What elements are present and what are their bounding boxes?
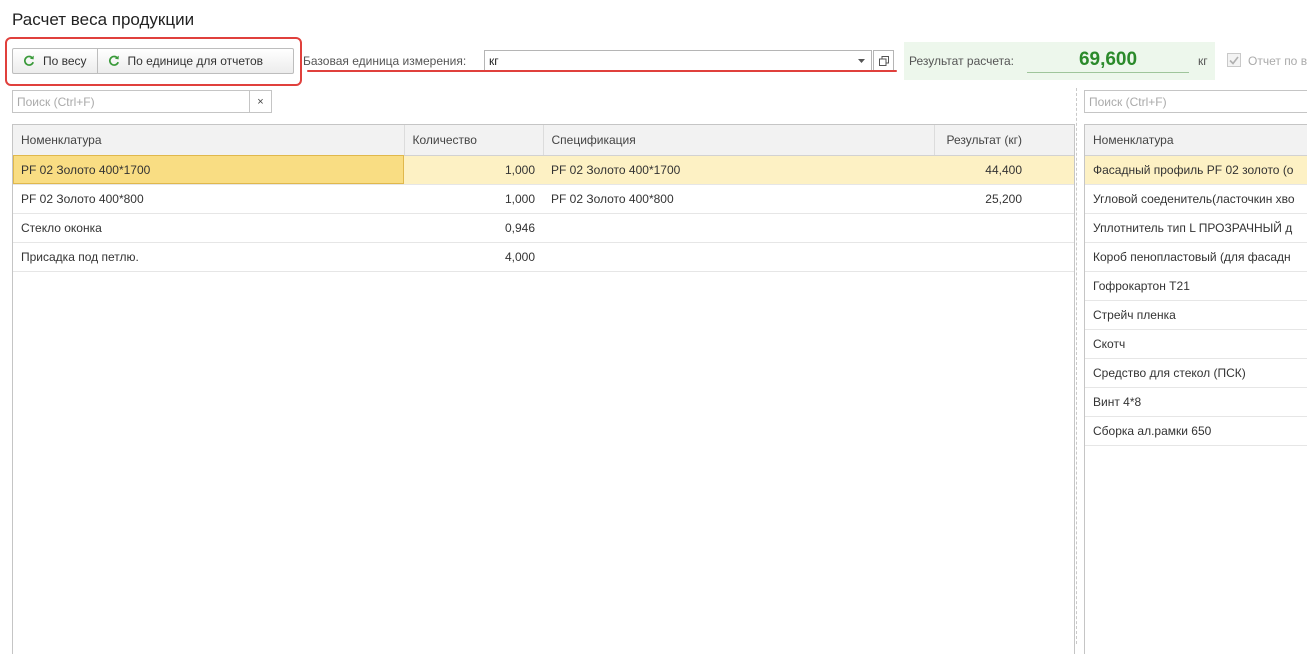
cell-nomenclature[interactable]: Фасадный профиль PF 02 золото (о <box>1085 155 1307 185</box>
column-header-specification[interactable]: Спецификация <box>543 125 935 156</box>
by-weight-label: По весу <box>43 54 87 68</box>
column-header-quantity[interactable]: Количество <box>404 125 544 156</box>
column-header-nomenclature[interactable]: Номенклатура <box>1085 125 1307 156</box>
base-unit-value: кг <box>489 53 499 68</box>
table-row[interactable]: Винт 4*8 <box>1085 387 1307 417</box>
cell-result[interactable] <box>934 242 1074 272</box>
by-report-unit-button[interactable]: По единице для отчетов <box>96 49 274 73</box>
table-row[interactable]: Короб пенопластовый (для фасадн <box>1085 242 1307 272</box>
cell-nomenclature[interactable]: PF 02 Золото 400*800 <box>13 184 404 214</box>
cell-nomenclature[interactable]: PF 02 Золото 400*1700 <box>13 155 404 185</box>
refresh-icon <box>24 55 35 66</box>
cell-result[interactable] <box>934 213 1074 243</box>
table-row[interactable]: Скотч <box>1085 329 1307 359</box>
table-row[interactable]: Присадка под петлю. 4,000 <box>13 242 1074 272</box>
cell-nomenclature[interactable]: Гофрокартон Т21 <box>1085 271 1307 301</box>
cell-quantity[interactable]: 1,000 <box>404 155 543 185</box>
check-icon <box>1229 56 1239 65</box>
cell-specification[interactable] <box>543 242 934 272</box>
cell-specification[interactable] <box>543 213 934 243</box>
result-label: Результат расчета: <box>909 54 1015 68</box>
page-title: Расчет веса продукции <box>12 10 195 29</box>
report-checkbox[interactable] <box>1227 53 1241 67</box>
calc-mode-buttons: По весу По единице для отчетов <box>12 48 294 74</box>
base-unit-open-button[interactable] <box>873 50 894 71</box>
products-table: Номенклатура Количество Спецификация Рез… <box>12 124 1075 654</box>
search-input[interactable]: Поиск (Ctrl+F) <box>12 90 250 113</box>
report-checkbox-label: Отчет по в <box>1248 54 1307 68</box>
cell-specification[interactable]: PF 02 Золото 400*800 <box>543 184 934 214</box>
cell-nomenclature[interactable]: Угловой соеденитель(ласточкин хво <box>1085 184 1307 214</box>
table-row[interactable]: PF 02 Золото 400*800 1,000 PF 02 Золото … <box>13 184 1074 214</box>
cell-quantity[interactable]: 1,000 <box>404 184 543 214</box>
table-row[interactable]: Угловой соеденитель(ласточкин хво <box>1085 184 1307 214</box>
cell-nomenclature[interactable]: Стекло оконка <box>13 213 404 243</box>
cell-quantity[interactable]: 4,000 <box>404 242 543 272</box>
dropdown-arrow-icon <box>857 58 865 63</box>
cell-result[interactable]: 44,400 <box>934 155 1074 185</box>
result-value: 69,600 <box>1027 47 1189 73</box>
components-table: Номенклатура Фасадный профиль PF 02 золо… <box>1084 124 1307 654</box>
cell-nomenclature[interactable]: Сборка ал.рамки 650 <box>1085 416 1307 446</box>
table-row[interactable]: Сборка ал.рамки 650 <box>1085 416 1307 446</box>
table-row[interactable]: Уплотнитель тип L ПРОЗРАЧНЫЙ д <box>1085 213 1307 243</box>
table-row[interactable]: Средство для стекол (ПСК) <box>1085 358 1307 388</box>
cell-nomenclature[interactable]: Винт 4*8 <box>1085 387 1307 417</box>
base-unit-dropdown-button[interactable] <box>851 50 872 71</box>
cell-nomenclature[interactable]: Присадка под петлю. <box>13 242 404 272</box>
table-row[interactable]: Стекло оконка 0,946 <box>13 213 1074 243</box>
table-row[interactable]: Фасадный профиль PF 02 золото (о <box>1085 155 1307 185</box>
search-clear-button[interactable]: × <box>250 90 272 113</box>
table-row[interactable]: PF 02 Золото 400*1700 1,000 PF 02 Золото… <box>13 155 1074 185</box>
cell-nomenclature[interactable]: Стрейч пленка <box>1085 300 1307 330</box>
table-header: Номенклатура Количество Спецификация Рез… <box>13 125 1074 156</box>
table-row[interactable]: Гофрокартон Т21 <box>1085 271 1307 301</box>
cell-nomenclature[interactable]: Средство для стекол (ПСК) <box>1085 358 1307 388</box>
column-header-nomenclature[interactable]: Номенклатура <box>13 125 405 156</box>
table-header: Номенклатура <box>1085 125 1307 156</box>
table-row[interactable]: Стрейч пленка <box>1085 300 1307 330</box>
refresh-icon <box>108 55 119 66</box>
column-header-result[interactable]: Результат (кг) <box>934 125 1074 156</box>
open-icon <box>878 55 889 66</box>
search-input-right[interactable]: Поиск (Ctrl+F) <box>1084 90 1307 113</box>
highlight-underline <box>307 70 897 72</box>
result-unit: кг <box>1198 54 1208 68</box>
by-weight-button[interactable]: По весу <box>13 49 97 73</box>
cell-quantity[interactable]: 0,946 <box>404 213 543 243</box>
cell-result[interactable]: 25,200 <box>934 184 1074 214</box>
cell-nomenclature[interactable]: Уплотнитель тип L ПРОЗРАЧНЫЙ д <box>1085 213 1307 243</box>
panel-splitter[interactable] <box>1076 88 1077 644</box>
cell-specification[interactable]: PF 02 Золото 400*1700 <box>543 155 934 185</box>
base-unit-field[interactable]: кг <box>484 50 852 71</box>
cell-nomenclature[interactable]: Короб пенопластовый (для фасадн <box>1085 242 1307 272</box>
close-icon: × <box>257 95 264 108</box>
by-report-unit-label: По единице для отчетов <box>127 54 264 68</box>
cell-nomenclature[interactable]: Скотч <box>1085 329 1307 359</box>
base-unit-label: Базовая единица измерения: <box>303 54 467 68</box>
